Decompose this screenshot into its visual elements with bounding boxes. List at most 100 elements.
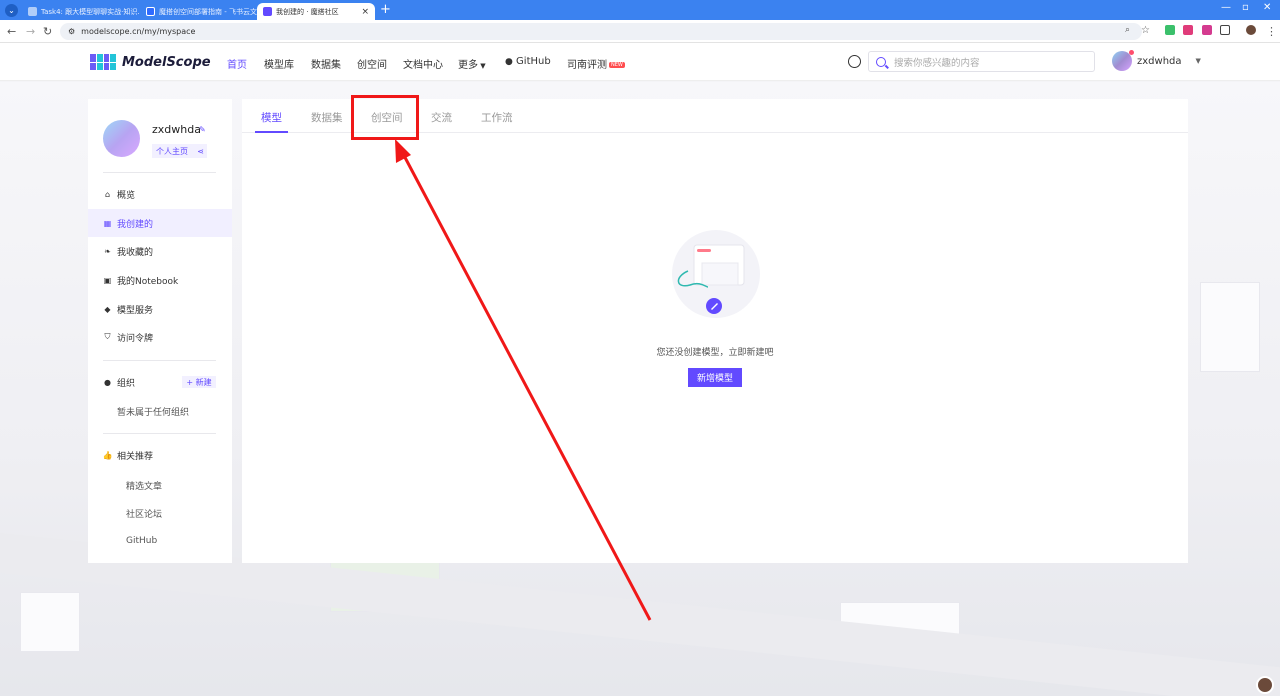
related-label: 相关推荐: [117, 451, 154, 462]
new-badge: NEW: [609, 62, 625, 68]
site-info-icon[interactable]: ⚙: [68, 27, 75, 36]
search-icon: [876, 56, 886, 67]
avatar: [1112, 50, 1134, 71]
url-text: modelscope.cn/my/myspace: [81, 27, 196, 36]
sidebar-item-overview[interactable]: ⌂ 概览: [88, 180, 232, 208]
tab-datasets[interactable]: 数据集: [311, 110, 343, 125]
plus-icon: +: [186, 377, 196, 387]
tab-discussions[interactable]: 交流: [431, 110, 452, 125]
sidebar-item-model-service[interactable]: ◆ 模型服务: [88, 295, 232, 323]
extension-icon[interactable]: [1165, 25, 1175, 35]
address-bar-row: ← → ↻ ⚙ modelscope.cn/my/myspace ⌕ ☆ ⋮: [0, 20, 1280, 43]
create-model-button[interactable]: 新增模型: [688, 368, 742, 387]
sidebar-item-label: 概览: [117, 190, 136, 201]
back-icon[interactable]: ←: [7, 25, 16, 38]
sidebar-item-label: 模型服务: [117, 305, 154, 316]
bookmark-star-icon[interactable]: ☆: [1141, 25, 1150, 36]
sidebar-org-header: ● 组织: [88, 368, 178, 396]
profile-avatar-icon[interactable]: [1246, 25, 1256, 35]
language-globe-icon[interactable]: [848, 55, 861, 68]
org-label: 组织: [117, 378, 136, 389]
browser-menu-icon[interactable]: ⋮: [1266, 25, 1277, 38]
extensions-puzzle-icon[interactable]: [1220, 25, 1230, 35]
related-link-articles[interactable]: 精选文章: [126, 479, 162, 492]
nav-studios[interactable]: 创空间: [357, 56, 387, 71]
site-header: ModelScope 首页 模型库 数据集 创空间 文档中心 更多 ▼ ● Gi…: [0, 43, 1280, 81]
avatar[interactable]: [103, 120, 140, 157]
logo-mark-icon: [90, 54, 116, 70]
minimize-icon[interactable]: —: [1221, 2, 1231, 13]
browser-tab-3[interactable]: 我创建的 · 魔搭社区 ×: [257, 3, 375, 20]
thumbs-up-icon: 👍: [102, 450, 113, 460]
nav-opencompass-label: 司南评测: [567, 60, 607, 71]
search-input[interactable]: 搜索你感兴趣的内容: [868, 51, 1095, 72]
related-link-github[interactable]: GitHub: [126, 536, 157, 546]
browser-tab-2[interactable]: 魔搭创空间部署指南 - 飞书云文... ×: [140, 3, 258, 20]
tab-workflows[interactable]: 工作流: [481, 110, 513, 125]
nav-more[interactable]: 更多 ▼: [458, 56, 486, 71]
sidebar-item-notebook[interactable]: ▣ 我的Notebook: [88, 266, 232, 294]
sidebar-item-access-token[interactable]: ⛉ 访问令牌: [88, 323, 232, 351]
nav-datasets[interactable]: 数据集: [311, 56, 341, 71]
sidebar-related-header: 👍 相关推荐: [88, 441, 232, 469]
new-org-button[interactable]: + 新建: [182, 376, 216, 388]
sidebar-item-label: 我的Notebook: [117, 276, 179, 287]
new-tab-icon[interactable]: +: [380, 2, 391, 17]
sidebar-item-label: 我创建的: [117, 219, 154, 230]
github-icon: ●: [505, 57, 513, 67]
main-panel: 模型 数据集 创空间 交流 工作流 您还没创建模型，立即新建吧 新增模型: [242, 99, 1188, 563]
sidebar-item-favorites[interactable]: ❧ 我收藏的: [88, 237, 232, 265]
tab-models[interactable]: 模型: [261, 110, 282, 125]
nav-github-label: GitHub: [516, 56, 551, 67]
restore-icon[interactable]: ▫: [1242, 2, 1249, 13]
annotation-highlight-box: [351, 95, 419, 140]
share-icon[interactable]: ⋖: [197, 147, 204, 156]
nav-docs[interactable]: 文档中心: [403, 56, 443, 71]
background-building: [1200, 282, 1260, 372]
favicon-icon: [28, 7, 37, 16]
divider: [103, 172, 216, 173]
caret-down-icon: ▼: [1195, 57, 1201, 65]
tab-search-icon[interactable]: ⌄: [5, 4, 18, 17]
related-link-forum[interactable]: 社区论坛: [126, 507, 162, 520]
home-icon: ⌂: [104, 189, 111, 199]
nav-models[interactable]: 模型库: [264, 56, 294, 71]
org-empty-text: 暂未属于任何组织: [117, 408, 190, 418]
leaf-icon: ❧: [104, 246, 111, 256]
sidebar-item-label: 访问令牌: [117, 333, 154, 344]
browser-tab-title: 我创建的 · 魔搭社区: [276, 7, 339, 16]
sidebar-username: zxdwhda: [152, 123, 201, 136]
shield-icon: ⛉: [104, 332, 111, 341]
logo-text: ModelScope: [122, 54, 211, 70]
user-menu[interactable]: zxdwhda ▼: [1112, 50, 1201, 71]
sidebar-item-label: 我收藏的: [117, 247, 154, 258]
nav-opencompass[interactable]: 司南评测 NEW: [567, 56, 625, 71]
personal-homepage-button[interactable]: 个人主页 ⋖: [152, 144, 207, 158]
favicon-icon: [146, 7, 155, 16]
active-tab-indicator: [255, 131, 288, 133]
nav-github[interactable]: ● GitHub: [505, 56, 551, 67]
browser-tab-strip: ⌄ Task4: 跟大模型聊聊实战·知识... × 魔搭创空间部署指南 - 飞书…: [0, 0, 1280, 20]
grid-icon: ▦: [103, 218, 112, 228]
modelscope-logo[interactable]: ModelScope: [90, 54, 211, 70]
extension-icon[interactable]: [1202, 25, 1212, 35]
edit-icon[interactable]: ✎: [199, 125, 206, 134]
caret-down-icon: ▼: [478, 62, 486, 70]
close-window-icon[interactable]: ✕: [1263, 2, 1271, 13]
close-icon[interactable]: ×: [361, 7, 369, 17]
avatar[interactable]: [1256, 676, 1274, 694]
divider: [103, 360, 216, 361]
homepage-label: 个人主页: [156, 146, 188, 156]
browser-tab-1[interactable]: Task4: 跟大模型聊聊实战·知识... ×: [22, 3, 140, 20]
reload-icon[interactable]: ↻: [43, 25, 52, 38]
sidebar: zxdwhda ✎ 个人主页 ⋖ ⌂ 概览 ▦ 我创建的 ❧ 我收藏的 ▣ 我的…: [88, 99, 232, 563]
cube-icon: ◆: [104, 304, 111, 314]
zoom-icon[interactable]: ⌕: [1125, 25, 1130, 35]
sidebar-item-created[interactable]: ▦ 我创建的: [88, 209, 232, 237]
header-username: zxdwhda: [1137, 55, 1182, 67]
nav-home[interactable]: 首页: [227, 56, 247, 71]
extension-icon[interactable]: [1183, 25, 1193, 35]
forward-icon[interactable]: →: [26, 25, 35, 38]
browser-tab-title: Task4: 跟大模型聊聊实战·知识...: [41, 7, 140, 16]
url-field[interactable]: ⚙ modelscope.cn/my/myspace: [60, 23, 1142, 40]
